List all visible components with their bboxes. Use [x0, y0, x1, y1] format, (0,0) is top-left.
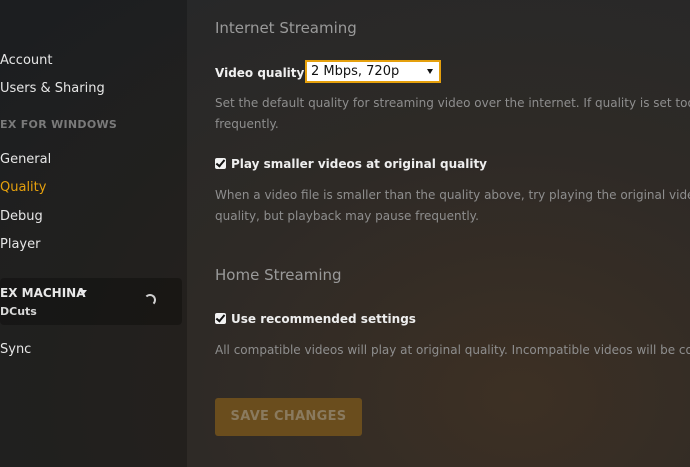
- sidebar-item-player[interactable]: Player: [0, 237, 40, 252]
- sidebar-item-debug[interactable]: Debug: [0, 209, 43, 224]
- video-quality-label: Video quality: [215, 66, 305, 80]
- home-streaming-help: All compatible videos will play at origi…: [215, 343, 690, 357]
- checkbox-checked-icon[interactable]: [215, 158, 226, 169]
- sidebar-item-quality[interactable]: Quality: [0, 180, 46, 195]
- play-smaller-original-checkbox-row[interactable]: Play smaller videos at original quality: [215, 157, 487, 171]
- play-smaller-help-line-2: quality, but playback may pause frequent…: [215, 209, 479, 223]
- video-quality-select[interactable]: 2 Mbps, 720p: [305, 60, 441, 83]
- video-quality-help-line-2: frequently.: [215, 117, 279, 131]
- caret-down-icon: [427, 69, 433, 74]
- play-smaller-original-label: Play smaller videos at original quality: [231, 157, 488, 171]
- chevron-down-icon: [79, 290, 87, 295]
- video-quality-help-line-1: Set the default quality for streaming vi…: [215, 96, 690, 110]
- server-sub-label: DCuts: [0, 305, 37, 318]
- use-recommended-label: Use recommended settings: [231, 312, 416, 326]
- use-recommended-checkbox-row[interactable]: Use recommended settings: [215, 312, 416, 326]
- checkbox-checked-icon[interactable]: [215, 313, 226, 324]
- home-streaming-title: Home Streaming: [215, 266, 342, 284]
- loading-spinner-icon: [144, 294, 156, 306]
- sidebar-section-app: EX FOR WINDOWS: [0, 118, 118, 131]
- internet-streaming-title: Internet Streaming: [215, 19, 357, 37]
- save-changes-button[interactable]: SAVE CHANGES: [215, 398, 362, 436]
- sidebar-item-general[interactable]: General: [0, 152, 51, 167]
- settings-sidebar: Account Users & Sharing EX FOR WINDOWS G…: [0, 0, 187, 467]
- video-quality-value: 2 Mbps, 720p: [311, 64, 400, 79]
- sidebar-item-account[interactable]: Account: [0, 53, 53, 68]
- server-selector[interactable]: EX MACHINA DCuts: [0, 278, 182, 325]
- play-smaller-help-line-1: When a video file is smaller than the qu…: [215, 188, 690, 202]
- sidebar-item-sync[interactable]: Sync: [0, 342, 31, 357]
- server-name: EX MACHINA: [0, 286, 86, 300]
- sidebar-item-users-sharing[interactable]: Users & Sharing: [0, 81, 105, 96]
